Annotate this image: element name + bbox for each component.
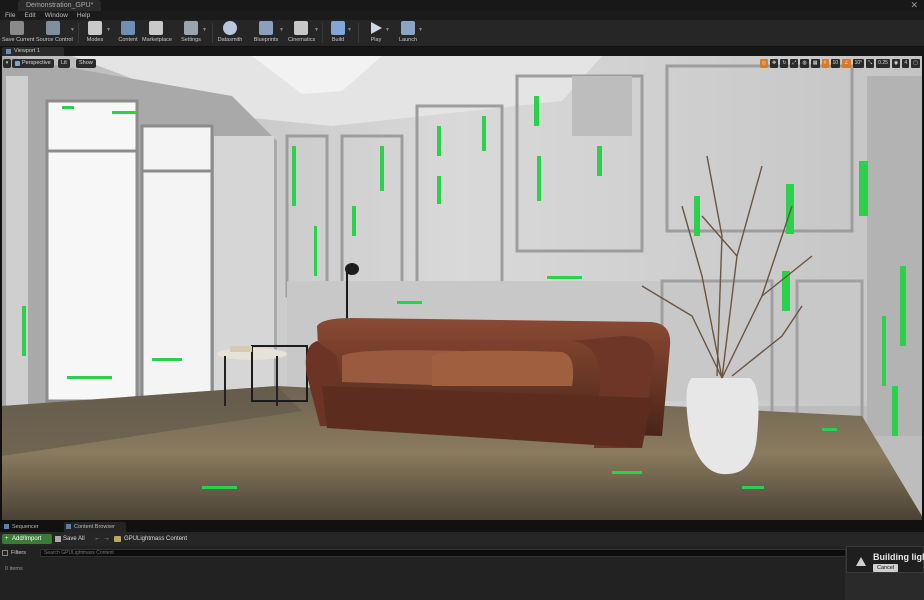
back-arrow-icon[interactable]: ← bbox=[94, 534, 101, 544]
main-toolbar: Save Current Source Control ▼ Modes ▼ Co… bbox=[0, 20, 924, 47]
content-browser: + Add/Import Save All ← → GPULightmass Co… bbox=[0, 532, 924, 600]
cinematics-icon bbox=[294, 21, 308, 35]
play-icon bbox=[371, 22, 382, 34]
filters-button[interactable]: Filters bbox=[2, 549, 26, 557]
lit-button[interactable]: Lit bbox=[58, 59, 70, 68]
add-icon: + bbox=[5, 536, 9, 542]
marketplace-button[interactable]: Marketplace bbox=[142, 21, 172, 46]
datasmith-button[interactable]: Datasmith bbox=[217, 21, 243, 46]
chevron-down-icon[interactable]: ▼ bbox=[347, 27, 352, 33]
world-icon[interactable]: ◍ bbox=[800, 59, 809, 68]
document-tab[interactable]: Demonstration_GPU* bbox=[18, 0, 102, 11]
grid-snap-icon[interactable]: # bbox=[821, 59, 829, 68]
build-button[interactable]: Build ▼ bbox=[329, 21, 352, 46]
launch-button[interactable]: Launch ▼ bbox=[398, 21, 423, 46]
chevron-down-icon[interactable]: ▼ bbox=[202, 27, 207, 33]
forward-arrow-icon[interactable]: → bbox=[103, 534, 110, 544]
chevron-down-icon[interactable]: ▼ bbox=[70, 27, 75, 33]
level-viewport[interactable]: ▾ Perspective Lit Show ◎ ✥ ↻ ⤢ ◍ ▦ # 10 … bbox=[2, 56, 922, 520]
camera-speed-icon[interactable]: ◉ bbox=[891, 59, 901, 68]
menu-help[interactable]: Help bbox=[77, 11, 90, 20]
viewport-icon bbox=[6, 49, 11, 54]
tab-content-browser[interactable]: Content Browser bbox=[64, 522, 126, 532]
rotation-snap-icon[interactable]: ∠ bbox=[842, 59, 851, 68]
save-current-button[interactable]: Save Current bbox=[2, 21, 34, 46]
content-icon bbox=[121, 21, 135, 35]
chevron-down-icon[interactable]: ▼ bbox=[279, 27, 284, 33]
content-button[interactable]: Content bbox=[117, 21, 139, 46]
viewport-snap-controls: ◎ ✥ ↻ ⤢ ◍ ▦ # 10 ∠ 10° ⤡ 0.25 ◉ 4 ▢ bbox=[759, 59, 920, 68]
play-button[interactable]: Play ▼ bbox=[367, 21, 390, 46]
launch-icon bbox=[401, 21, 415, 35]
source-control-icon bbox=[46, 21, 60, 35]
content-browser-icon bbox=[66, 524, 71, 529]
modes-button[interactable]: Modes ▼ bbox=[84, 21, 111, 46]
build-icon bbox=[331, 21, 345, 35]
folder-icon bbox=[114, 536, 121, 542]
scale-icon[interactable]: ⤢ bbox=[790, 59, 799, 68]
blueprints-button[interactable]: Blueprints ▼ bbox=[253, 21, 284, 46]
item-count: 0 items bbox=[5, 566, 23, 572]
menu-file[interactable]: File bbox=[5, 11, 15, 20]
filter-row: Filters bbox=[0, 548, 924, 558]
settings-icon bbox=[184, 21, 198, 35]
menu-window[interactable]: Window bbox=[45, 11, 68, 20]
perspective-button[interactable]: Perspective bbox=[12, 59, 54, 68]
cancel-button[interactable]: Cancel bbox=[873, 564, 899, 572]
settings-button[interactable]: Settings ▼ bbox=[180, 21, 207, 46]
chevron-down-icon[interactable]: ▼ bbox=[385, 27, 390, 33]
close-icon[interactable]: ✕ bbox=[910, 0, 918, 11]
show-button[interactable]: Show bbox=[76, 59, 96, 68]
chevron-down-icon[interactable]: ▼ bbox=[314, 27, 319, 33]
content-browser-toolbar: + Add/Import Save All ← → GPULightmass Co… bbox=[0, 532, 924, 546]
realtime-icon[interactable]: ◎ bbox=[759, 59, 768, 68]
grid-snap-value[interactable]: 10 bbox=[830, 59, 841, 68]
menu-bar: File Edit Window Help bbox=[0, 11, 924, 20]
translate-icon[interactable]: ✥ bbox=[770, 59, 779, 68]
add-import-button[interactable]: + Add/Import bbox=[2, 534, 52, 544]
notification-message: Building light bbox=[873, 552, 924, 562]
rotate-icon[interactable]: ↻ bbox=[780, 59, 789, 68]
datasmith-icon bbox=[223, 21, 237, 35]
scale-snap-value[interactable]: 0.25 bbox=[876, 59, 890, 68]
camera-icon bbox=[15, 61, 20, 66]
tab-sequencer[interactable]: Sequencer bbox=[2, 522, 39, 532]
warning-icon bbox=[856, 557, 866, 566]
filter-icon bbox=[2, 550, 8, 556]
cinematics-button[interactable]: Cinematics ▼ bbox=[288, 21, 319, 46]
search-input[interactable] bbox=[40, 549, 920, 557]
sequencer-icon bbox=[4, 524, 9, 529]
source-control-button[interactable]: Source Control ▼ bbox=[36, 21, 75, 46]
surface-snap-icon[interactable]: ▦ bbox=[810, 59, 820, 68]
save-all-button[interactable]: Save All bbox=[54, 534, 85, 544]
rendered-scene bbox=[2, 56, 922, 520]
marketplace-icon bbox=[149, 21, 163, 35]
bottom-tab-strip: Sequencer Content Browser bbox=[0, 520, 924, 532]
chevron-down-icon[interactable]: ▼ bbox=[106, 27, 111, 33]
breadcrumb[interactable]: GPULightmass Content bbox=[114, 534, 187, 544]
notification-toast: Building light Cancel bbox=[846, 546, 924, 573]
blueprints-icon bbox=[259, 21, 273, 35]
chevron-down-icon[interactable]: ▼ bbox=[418, 27, 423, 33]
modes-icon bbox=[88, 21, 102, 35]
scale-snap-icon[interactable]: ⤡ bbox=[866, 59, 875, 68]
tab-viewport-1[interactable]: Viewport 1 bbox=[2, 47, 64, 56]
title-bar: Demonstration_GPU* ✕ bbox=[0, 0, 924, 11]
save-icon bbox=[55, 536, 61, 542]
rotation-snap-value[interactable]: 10° bbox=[852, 59, 865, 68]
viewport-tab-strip: Viewport 1 bbox=[0, 47, 924, 56]
camera-speed-value[interactable]: 4 bbox=[902, 59, 910, 68]
menu-edit[interactable]: Edit bbox=[24, 11, 35, 20]
viewport-options-button[interactable]: ▾ bbox=[3, 59, 11, 68]
maximize-icon[interactable]: ▢ bbox=[911, 59, 920, 68]
save-icon bbox=[10, 21, 24, 35]
